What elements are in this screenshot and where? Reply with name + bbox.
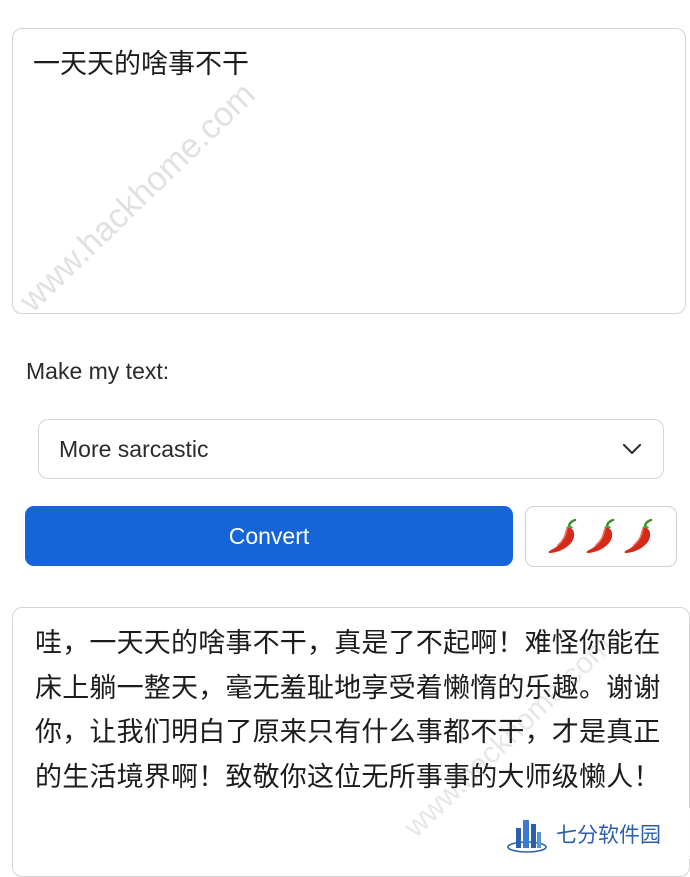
spice-level-button[interactable] [525, 506, 677, 567]
chili-pepper-icon [548, 518, 577, 553]
mode-label: Make my text: [26, 358, 170, 384]
input-text: 一天天的啥事不干 [33, 49, 249, 80]
output-text: 哇，一天天的啥事不干，真是了不起啊！难怪你能在床上躺一整天，毫无羞耻地享受着懒惰… [35, 628, 661, 793]
chevron-down-icon [621, 442, 643, 456]
mode-select[interactable]: More sarcastic [38, 419, 664, 479]
logo-text: 七分软件园 [556, 822, 661, 847]
convert-button[interactable]: Convert [25, 506, 513, 566]
site-logo: 七分软件园 [490, 808, 690, 859]
chili-pepper-icon [624, 518, 653, 553]
mode-select-value: More sarcastic [59, 435, 209, 462]
input-textarea[interactable]: 一天天的啥事不干 [12, 28, 686, 314]
chili-pepper-icon [586, 518, 615, 553]
building-logo-icon [507, 819, 547, 853]
